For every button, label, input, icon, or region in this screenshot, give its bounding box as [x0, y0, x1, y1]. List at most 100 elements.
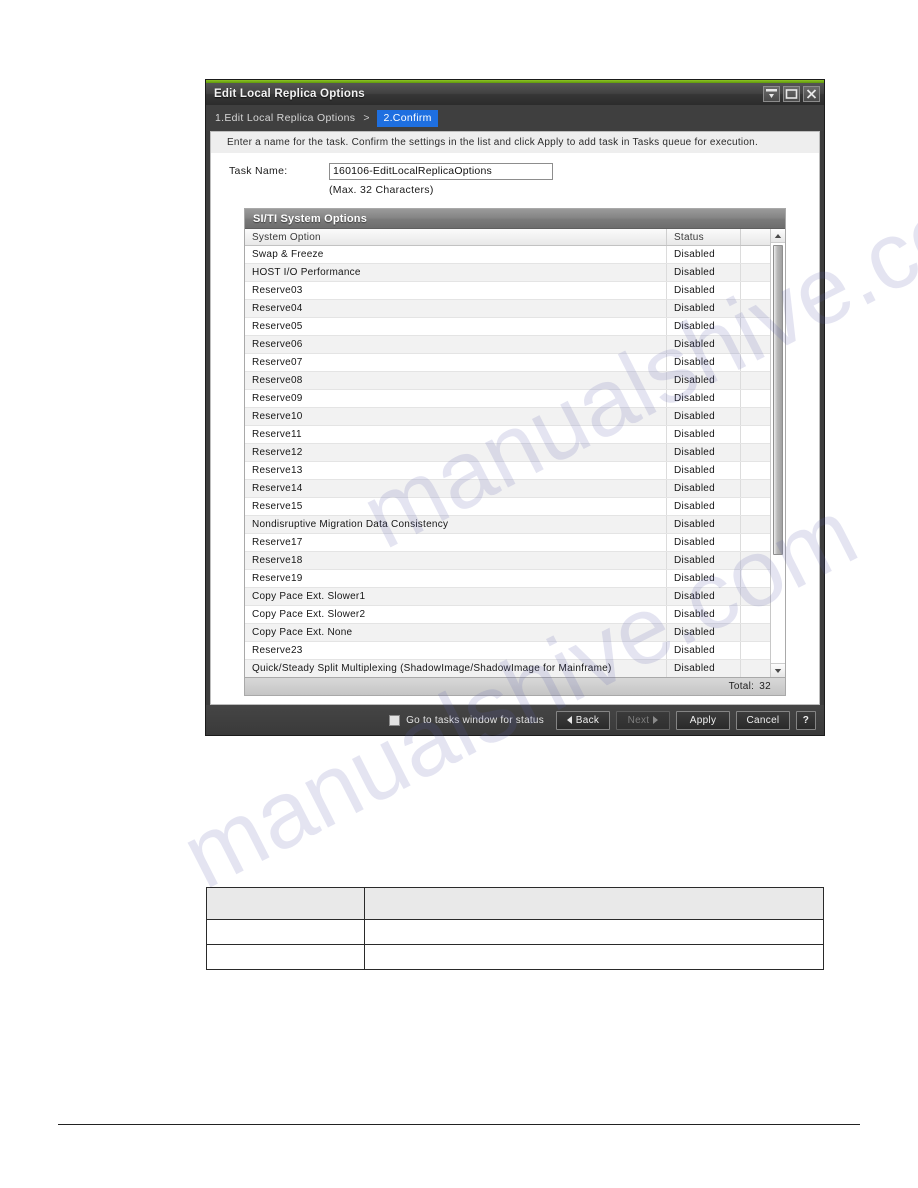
cell-status: Disabled	[667, 624, 741, 641]
instruction-bar: Enter a name for the task. Confirm the s…	[210, 131, 820, 153]
cell-status: Disabled	[667, 318, 741, 335]
table-row[interactable]: Reserve12 Disabled	[245, 444, 770, 462]
cell-system-option: Reserve09	[245, 390, 667, 407]
breadcrumb-step-2-confirm[interactable]: 2.Confirm	[377, 109, 438, 127]
table-row[interactable]: Reserve18 Disabled	[245, 552, 770, 570]
cell-status: Disabled	[667, 354, 741, 371]
column-header-spacer	[741, 229, 770, 245]
table-row[interactable]: Reserve10 Disabled	[245, 408, 770, 426]
scrollbar-thumb[interactable]	[773, 245, 783, 555]
table-row[interactable]: Reserve19 Disabled	[245, 570, 770, 588]
next-button[interactable]: Next	[616, 710, 670, 730]
cell-system-option: Reserve19	[245, 570, 667, 587]
back-button-label: Back	[575, 714, 600, 726]
scroll-down-icon[interactable]	[771, 663, 785, 677]
table-row[interactable]: Swap & Freeze Disabled	[245, 246, 770, 264]
cell-status: Disabled	[667, 552, 741, 569]
cell-system-option: Reserve11	[245, 426, 667, 443]
next-button-label: Next	[627, 714, 650, 726]
cell-status: Disabled	[667, 408, 741, 425]
table-row[interactable]: Reserve09 Disabled	[245, 390, 770, 408]
go-to-tasks-window-label: Go to tasks window for status	[406, 714, 544, 726]
table-row[interactable]: Reserve03 Disabled	[245, 282, 770, 300]
cell-spacer	[741, 642, 770, 659]
si-ti-system-options-table: SI/TI System Options System Option Statu…	[244, 208, 786, 696]
window-controls	[763, 86, 820, 102]
table-row[interactable]: HOST I/O Performance Disabled	[245, 264, 770, 282]
table-row[interactable]: Copy Pace Ext. Slower2 Disabled	[245, 606, 770, 624]
table-row[interactable]: Reserve06 Disabled	[245, 336, 770, 354]
help-button-label: ?	[802, 714, 810, 726]
cell-spacer	[741, 480, 770, 497]
table-row[interactable]: Reserve05 Disabled	[245, 318, 770, 336]
breadcrumb-step-1[interactable]: 1.Edit Local Replica Options	[215, 112, 355, 124]
cell-spacer	[741, 516, 770, 533]
cell-system-option: Reserve03	[245, 282, 667, 299]
table-row[interactable]: Reserve15 Disabled	[245, 498, 770, 516]
table-row[interactable]: Reserve13 Disabled	[245, 462, 770, 480]
table-row[interactable]: Reserve14 Disabled	[245, 480, 770, 498]
document-table-row	[206, 944, 824, 970]
document-table-header-cell	[364, 887, 824, 920]
table-row[interactable]: Reserve04 Disabled	[245, 300, 770, 318]
cell-spacer	[741, 336, 770, 353]
cancel-button-label: Cancel	[746, 714, 780, 726]
cell-system-option: Copy Pace Ext. Slower2	[245, 606, 667, 623]
table-row[interactable]: Reserve17 Disabled	[245, 534, 770, 552]
pin-icon[interactable]	[763, 86, 780, 102]
cell-status: Disabled	[667, 444, 741, 461]
column-header-status[interactable]: Status	[667, 229, 741, 245]
dialog-title-bar: Edit Local Replica Options	[206, 83, 824, 105]
total-label: Total:	[728, 681, 755, 692]
cell-spacer	[741, 588, 770, 605]
table-row[interactable]: Copy Pace Ext. Slower1 Disabled	[245, 588, 770, 606]
scroll-up-icon[interactable]	[771, 229, 785, 243]
cell-spacer	[741, 354, 770, 371]
help-button[interactable]: ?	[796, 710, 816, 730]
table-grid: System Option Status Swap & Freeze Disabl…	[245, 229, 785, 677]
scrollbar-track[interactable]	[771, 243, 785, 663]
cell-spacer	[741, 282, 770, 299]
apply-button[interactable]: Apply	[676, 710, 730, 730]
cell-spacer	[741, 462, 770, 479]
cell-system-option: Reserve23	[245, 642, 667, 659]
cell-system-option: Copy Pace Ext. Slower1	[245, 588, 667, 605]
go-to-tasks-window-checkbox-wrap[interactable]: Go to tasks window for status	[389, 714, 544, 726]
cancel-button[interactable]: Cancel	[736, 710, 790, 730]
column-header-system-option[interactable]: System Option	[245, 229, 667, 245]
table-footer: Total: 32	[245, 677, 785, 695]
breadcrumb-separator-icon: >	[363, 112, 370, 124]
table-row[interactable]: Reserve08 Disabled	[245, 372, 770, 390]
dialog-title: Edit Local Replica Options	[214, 88, 365, 100]
total-value: 32	[759, 681, 771, 692]
table-row[interactable]: Reserve11 Disabled	[245, 426, 770, 444]
close-icon[interactable]	[803, 86, 820, 102]
cell-system-option: Reserve18	[245, 552, 667, 569]
cell-spacer	[741, 498, 770, 515]
go-to-tasks-window-checkbox[interactable]	[389, 714, 401, 726]
table-row[interactable]: Reserve23 Disabled	[245, 642, 770, 660]
table-row[interactable]: Copy Pace Ext. None Disabled	[245, 624, 770, 642]
table-header-row: System Option Status	[245, 229, 770, 246]
table-row[interactable]: Quick/Steady Split Multiplexing (ShadowI…	[245, 660, 770, 677]
cell-status: Disabled	[667, 516, 741, 533]
cell-system-option: Quick/Steady Split Multiplexing (ShadowI…	[245, 660, 667, 677]
maximize-icon[interactable]	[783, 86, 800, 102]
cell-spacer	[741, 390, 770, 407]
cell-status: Disabled	[667, 246, 741, 263]
table-row[interactable]: Nondisruptive Migration Data Consistency…	[245, 516, 770, 534]
cell-status: Disabled	[667, 642, 741, 659]
cell-status: Disabled	[667, 480, 741, 497]
cell-system-option: HOST I/O Performance	[245, 264, 667, 281]
cell-status: Disabled	[667, 282, 741, 299]
max-characters-hint: (Max. 32 Characters)	[329, 184, 434, 196]
breadcrumb: 1.Edit Local Replica Options > 2.Confirm	[206, 105, 824, 131]
cell-spacer	[741, 552, 770, 569]
cell-status: Disabled	[667, 588, 741, 605]
back-button[interactable]: Back	[556, 710, 610, 730]
table-row[interactable]: Reserve07 Disabled	[245, 354, 770, 372]
cell-status: Disabled	[667, 570, 741, 587]
table-vertical-scrollbar[interactable]	[770, 229, 785, 677]
document-table-cell	[206, 944, 365, 970]
task-name-input[interactable]	[329, 162, 553, 180]
